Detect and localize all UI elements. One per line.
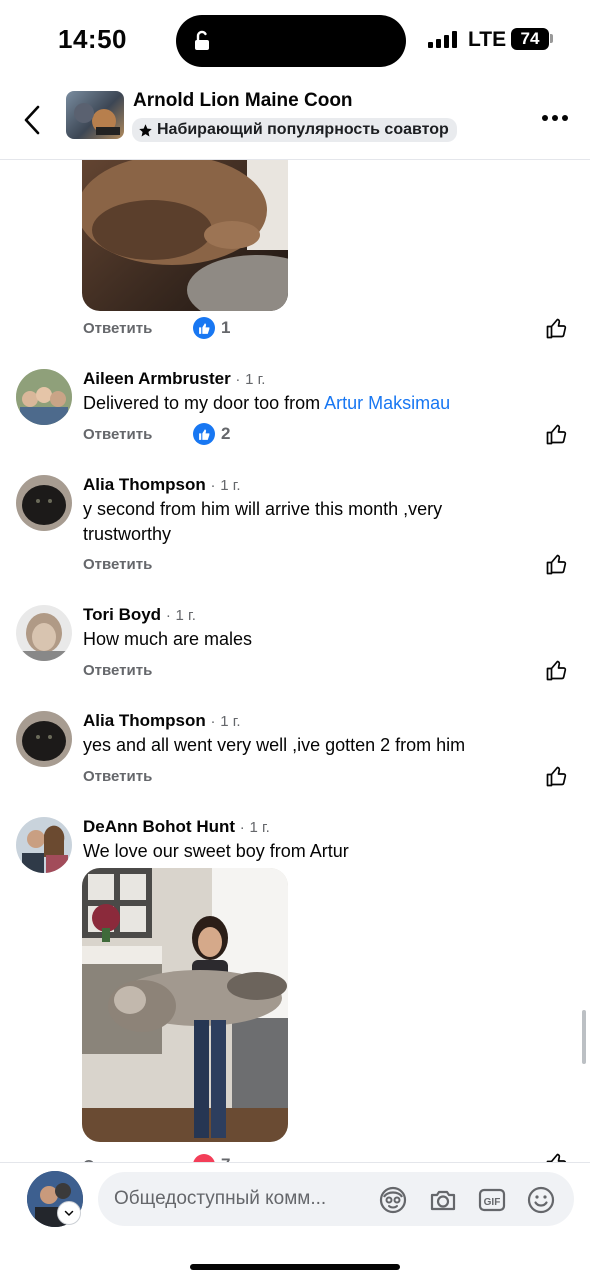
reaction-summary[interactable]: 2 xyxy=(193,423,230,445)
svg-text:GIF: GIF xyxy=(484,1197,501,1208)
group-avatar[interactable] xyxy=(66,91,124,139)
avatar-sticker-icon[interactable] xyxy=(378,1185,408,1215)
reaction-count: 1 xyxy=(221,318,231,337)
author-line: Tori Boyd · 1 г. xyxy=(83,605,196,625)
signal-icon xyxy=(428,30,457,48)
group-title[interactable]: Arnold Lion Maine Coon xyxy=(133,90,353,112)
reaction-count: 2 xyxy=(221,424,231,443)
author-line: DeAnn Bohot Hunt · 1 г. xyxy=(83,817,270,837)
status-bar: 14:50 LTE 74 xyxy=(0,0,590,82)
comment-text: Delivered to my door too from Artur Maks… xyxy=(83,391,513,416)
separator-dot: · xyxy=(210,713,216,730)
thumb-up-icon[interactable] xyxy=(545,552,569,576)
reply-button[interactable]: Ответить xyxy=(83,662,152,679)
comment-composer: GIF xyxy=(0,1162,590,1280)
thumb-up-icon[interactable] xyxy=(545,316,569,340)
like-icon xyxy=(193,317,215,339)
reaction-summary[interactable]: 1 xyxy=(193,317,230,339)
love-icon xyxy=(193,1154,215,1162)
back-icon[interactable] xyxy=(20,102,44,138)
like-icon xyxy=(193,423,215,445)
dynamic-island xyxy=(176,15,406,67)
comment-body: Delivered to my door too from xyxy=(83,393,325,413)
author-name[interactable]: Alia Thompson xyxy=(83,711,206,730)
reaction-count: 7 xyxy=(221,1155,230,1162)
avatar[interactable] xyxy=(16,817,72,873)
thumb-up-icon[interactable] xyxy=(545,422,569,446)
gif-icon[interactable]: GIF xyxy=(477,1185,507,1215)
star-icon xyxy=(139,123,152,136)
contributor-badge: Набирающий популярность соавтор xyxy=(132,118,457,142)
comment-item: Tori Boyd · 1 г. How much are males Отве… xyxy=(0,603,590,703)
camera-icon[interactable] xyxy=(428,1185,458,1215)
comment-input[interactable] xyxy=(114,1184,374,1214)
group-avatar-image xyxy=(74,103,120,135)
comment-text: yes and all went very well ,ive gotten 2… xyxy=(83,735,466,755)
avatar[interactable] xyxy=(16,605,72,661)
comment-time[interactable]: 1 г. xyxy=(220,477,240,494)
emoji-icon[interactable] xyxy=(526,1185,556,1215)
comment-photo-girl-with-cat[interactable] xyxy=(82,868,288,1142)
separator-dot: · xyxy=(165,607,171,624)
author-name[interactable]: Tori Boyd xyxy=(83,605,161,624)
separator-dot: · xyxy=(239,819,245,836)
author-name[interactable]: Aileen Armbruster xyxy=(83,369,231,388)
lock-icon xyxy=(195,30,209,50)
status-time: 14:50 xyxy=(58,24,127,54)
comment-photo-cat[interactable] xyxy=(82,160,288,311)
reaction-summary[interactable]: 7 xyxy=(193,1154,230,1162)
comment-time[interactable]: 1 г. xyxy=(245,371,265,388)
comment-time[interactable]: 1 г. xyxy=(250,819,270,836)
comment-item: DeAnn Bohot Hunt · 1 г. We love our swee… xyxy=(0,815,590,1162)
badge-label: Набирающий популярность соавтор xyxy=(157,121,449,138)
thumb-up-icon[interactable] xyxy=(545,764,569,788)
comments-feed[interactable]: Ответить 1 Aileen Armbruster · 1 г. Deli… xyxy=(0,160,590,1162)
comment-item: Aileen Armbruster · 1 г. Delivered to my… xyxy=(0,367,590,467)
avatar[interactable] xyxy=(16,475,72,531)
comment-item: Alia Thompson · 1 г. yes and all went ve… xyxy=(0,709,590,809)
mention-link[interactable]: Artur Maksimau xyxy=(324,393,450,413)
comment-time[interactable]: 1 г. xyxy=(220,713,240,730)
thumb-up-icon[interactable] xyxy=(545,658,569,682)
avatar[interactable] xyxy=(16,369,72,425)
more-icon[interactable] xyxy=(542,115,568,121)
comment-text: How much are males xyxy=(83,629,253,649)
chevron-down-icon[interactable] xyxy=(57,1201,81,1225)
reply-button[interactable]: Ответить xyxy=(83,320,152,337)
author-line: Alia Thompson · 1 г. xyxy=(83,711,241,731)
cat-photo-image xyxy=(82,160,288,311)
girl-with-cat-image xyxy=(82,868,288,1142)
comment-text: y second from him will arrive this month… xyxy=(83,499,443,544)
avatar[interactable] xyxy=(16,711,72,767)
separator-dot: · xyxy=(235,371,241,388)
comment-time[interactable]: 1 г. xyxy=(176,607,196,624)
comment-input-container[interactable]: GIF xyxy=(98,1172,574,1226)
author-name[interactable]: Alia Thompson xyxy=(83,475,206,494)
separator-dot: · xyxy=(210,477,216,494)
author-line: Aileen Armbruster · 1 г. xyxy=(83,369,265,389)
home-indicator[interactable] xyxy=(190,1264,400,1270)
group-header: Arnold Lion Maine Coon Набирающий популя… xyxy=(0,82,590,160)
battery-indicator: 74 xyxy=(511,28,549,50)
reply-button[interactable]: Ответить xyxy=(83,426,152,443)
network-label: LTE xyxy=(468,28,507,51)
scrollbar[interactable] xyxy=(582,1010,586,1064)
author-name[interactable]: DeAnn Bohot Hunt xyxy=(83,817,235,836)
comment-text: We love our sweet boy from Artur xyxy=(83,841,349,861)
author-line: Alia Thompson · 1 г. xyxy=(83,475,241,495)
reply-button[interactable]: Ответить xyxy=(83,556,152,573)
battery-tip xyxy=(550,34,553,43)
comment-item: Alia Thompson · 1 г. y second from him w… xyxy=(0,473,590,593)
reply-button[interactable]: Ответить xyxy=(83,768,152,785)
thumb-up-icon[interactable] xyxy=(545,1151,569,1162)
